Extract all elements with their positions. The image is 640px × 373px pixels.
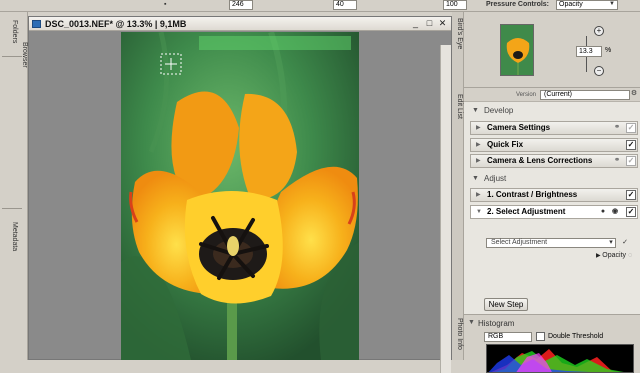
edit-list-panel: Version (Current) ⚙ ▼ Develop ▶ Camera S… bbox=[464, 88, 640, 314]
toolbar-field-caption: ▪ bbox=[164, 1, 167, 8]
step-label: 2. Select Adjustment bbox=[487, 207, 566, 216]
tab-browser[interactable]: Browser bbox=[14, 42, 28, 68]
step-enable-checkbox[interactable]: ✓ bbox=[626, 123, 636, 133]
canvas-area[interactable] bbox=[29, 31, 451, 373]
options-toolbar: ▪ 246 40 100 Pressure Controls: Opacity … bbox=[0, 0, 640, 12]
toolbar-size-field[interactable]: 246 bbox=[229, 0, 253, 10]
step-label: Camera & Lens Corrections bbox=[487, 156, 593, 165]
step-camera-lens-corrections[interactable]: ▶ Camera & Lens Corrections ⚭ ✓ bbox=[470, 154, 638, 168]
step-enable-checkbox[interactable]: ✓ bbox=[626, 190, 636, 200]
version-label: Version bbox=[516, 92, 537, 98]
minimize-button[interactable]: _ bbox=[410, 18, 421, 29]
histogram-curves bbox=[488, 349, 624, 372]
histogram-channel-select[interactable]: RGB bbox=[484, 332, 532, 342]
expand-triangle-icon: ▶ bbox=[476, 158, 481, 164]
step-enable-checkbox[interactable]: ✓ bbox=[626, 140, 636, 150]
close-button[interactable]: ✕ bbox=[437, 18, 448, 29]
right-dock-tabs: Bird's Eye Edit List Photo Info bbox=[452, 12, 464, 360]
tab-photo-info[interactable]: Photo Info bbox=[453, 318, 463, 350]
document-title: DSC_0013.NEF* @ 13.3% | 9,1MB bbox=[45, 19, 187, 29]
tulip-thumbnail bbox=[501, 25, 533, 75]
divider bbox=[2, 208, 22, 209]
tab-edit-list[interactable]: Edit List bbox=[453, 94, 463, 119]
opacity-label: Opacity bbox=[602, 252, 627, 259]
checkmark-icon[interactable]: ✓ bbox=[621, 239, 629, 247]
select-adjustment-dropdown[interactable]: Select Adjustment bbox=[486, 238, 616, 248]
birds-eye-panel: + 13.3 % − bbox=[464, 12, 640, 88]
step-enable-checkbox[interactable]: ✓ bbox=[626, 207, 636, 217]
panel-options-icon[interactable]: ⚙ bbox=[630, 90, 638, 98]
section-develop-label: Develop bbox=[484, 106, 514, 115]
zoom-in-icon[interactable]: + bbox=[594, 26, 604, 36]
double-threshold-label: Double Threshold bbox=[548, 333, 604, 340]
document-icon bbox=[32, 20, 41, 28]
chevron-down-icon[interactable]: ▼ bbox=[609, 0, 615, 9]
tab-folders[interactable]: Folders bbox=[4, 20, 18, 43]
pressure-controls-label: Pressure Controls: bbox=[486, 1, 550, 8]
collapse-triangle-icon: ▼ bbox=[472, 107, 479, 114]
tab-birds-eye[interactable]: Bird's Eye bbox=[453, 18, 463, 49]
step-enable-checkbox[interactable]: ✓ bbox=[626, 156, 636, 166]
collapse-triangle-icon: ▼ bbox=[472, 175, 479, 182]
tab-metadata[interactable]: Metadata bbox=[4, 222, 18, 251]
step-label: 1. Contrast / Brightness bbox=[487, 190, 578, 199]
expand-triangle-icon: ▶ bbox=[476, 125, 481, 131]
maximize-button[interactable]: □ bbox=[424, 18, 435, 29]
collapse-triangle-icon: ▼ bbox=[476, 209, 482, 215]
histogram-panel: ▼ Histogram RGB Double Threshold bbox=[464, 314, 640, 373]
zoom-field[interactable]: 13.3 bbox=[576, 46, 602, 57]
step-label: Camera Settings bbox=[487, 123, 551, 132]
zoom-unit: % bbox=[605, 47, 612, 54]
step-contrast-brightness[interactable]: ▶ 1. Contrast / Brightness ✓ bbox=[470, 188, 638, 202]
expand-triangle-icon: ▶ bbox=[476, 142, 481, 148]
step-camera-settings[interactable]: ▶ Camera Settings ⚭ ✓ bbox=[470, 121, 638, 135]
birds-eye-thumbnail[interactable] bbox=[500, 24, 534, 76]
tulip-image bbox=[121, 32, 359, 360]
version-select[interactable]: (Current) bbox=[540, 90, 630, 100]
histogram-title: Histogram bbox=[478, 319, 515, 328]
expand-triangle-icon: ▶ bbox=[476, 192, 481, 198]
tulip-photo[interactable] bbox=[121, 32, 359, 360]
double-threshold-checkbox[interactable] bbox=[536, 332, 545, 341]
new-step-button[interactable]: New Step bbox=[484, 298, 528, 311]
toolbar-feather-field[interactable]: 40 bbox=[333, 0, 357, 10]
right-dock: Bird's Eye Edit List Photo Info + 13.3 %… bbox=[452, 12, 640, 373]
section-adjust[interactable]: ▼ Adjust bbox=[464, 172, 640, 186]
step-label: Quick Fix bbox=[487, 140, 524, 149]
histogram-graph bbox=[486, 344, 634, 373]
section-develop[interactable]: ▼ Develop bbox=[464, 104, 640, 118]
left-dock: Folders Browser Metadata bbox=[0, 12, 28, 360]
document-titlebar[interactable]: DSC_0013.NEF* @ 13.3% | 9,1MB _ □ ✕ bbox=[29, 17, 451, 31]
opacity-toggle-icon[interactable]: ◌ bbox=[628, 252, 632, 259]
zoom-out-icon[interactable]: − bbox=[594, 66, 604, 76]
vertical-scrollbar[interactable] bbox=[440, 45, 451, 373]
collapse-triangle-icon[interactable]: ▼ bbox=[468, 319, 475, 326]
document-window: DSC_0013.NEF* @ 13.3% | 9,1MB _ □ ✕ bbox=[28, 16, 452, 373]
link-icon: ⚭ bbox=[614, 124, 620, 131]
toolbar-opacity-field[interactable]: 100 bbox=[443, 0, 467, 10]
link-icon: ⚭ bbox=[614, 157, 620, 164]
version-row: Version (Current) ⚙ bbox=[464, 88, 640, 102]
chevron-down-icon[interactable]: ▾ bbox=[607, 239, 615, 247]
step-select-adjustment[interactable]: ▼ 2. Select Adjustment ● ◉ ✓ bbox=[470, 205, 638, 219]
eraser-icon[interactable]: ◉ bbox=[611, 208, 619, 216]
step-quick-fix[interactable]: ▶ Quick Fix ✓ bbox=[470, 138, 638, 152]
brush-icon[interactable]: ● bbox=[599, 208, 607, 216]
section-adjust-label: Adjust bbox=[484, 174, 507, 183]
opacity-row[interactable]: ▶ Opacity ◌ bbox=[596, 252, 632, 259]
